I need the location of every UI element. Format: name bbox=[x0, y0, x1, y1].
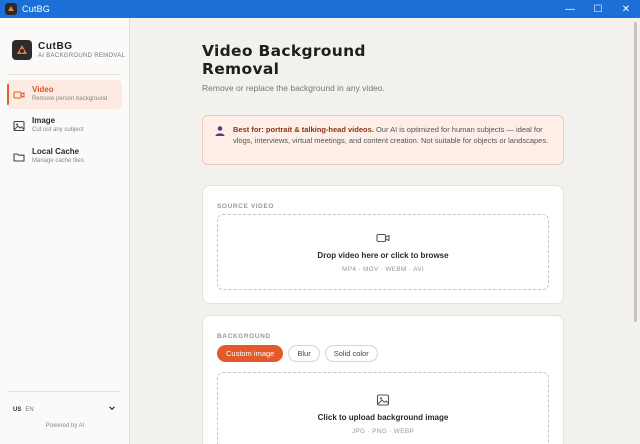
page-title-line: Removal bbox=[202, 60, 280, 78]
background-card: BACKGROUND Custom image Blur Solid color… bbox=[202, 315, 564, 444]
scrollbar-thumb[interactable] bbox=[634, 22, 637, 322]
usage-notice: Best for: portrait & talking-head videos… bbox=[202, 115, 564, 165]
powered-by: Powered by AI bbox=[45, 423, 85, 429]
background-options: Custom image Blur Solid color bbox=[217, 345, 383, 362]
sidebar-item-sub: Remove person background bbox=[32, 96, 108, 102]
minimize-button[interactable]: — bbox=[556, 0, 584, 18]
sidebar-item-label: Local Cache bbox=[32, 147, 80, 156]
sidebar-item-label: Video bbox=[32, 85, 54, 94]
video-icon bbox=[13, 88, 25, 100]
dropzone-text: Drop video here or click to browse bbox=[317, 251, 449, 260]
video-dropzone[interactable]: Drop video here or click to browse MP4 ·… bbox=[217, 214, 549, 290]
brand-tagline: AI BACKGROUND REMOVAL bbox=[38, 53, 126, 59]
close-button[interactable]: ✕ bbox=[612, 0, 640, 18]
video-icon bbox=[376, 233, 390, 243]
brand-name: CutBG bbox=[38, 41, 73, 52]
folder-icon bbox=[13, 150, 25, 162]
image-icon bbox=[13, 119, 25, 132]
custom-image-option[interactable]: Custom image bbox=[217, 345, 284, 362]
blur-option[interactable]: Blur bbox=[288, 345, 320, 362]
background-dropzone[interactable]: Click to upload background image JPG · P… bbox=[217, 372, 549, 444]
sidebar-item-sub: Manage cache files bbox=[32, 158, 84, 164]
window-title: CutBG bbox=[22, 4, 51, 14]
sidebar-item-local-cache[interactable]: Local Cache Manage cache files bbox=[7, 142, 122, 171]
sidebar-item-image[interactable]: Image Cut out any subject bbox=[7, 111, 122, 140]
sidebar-item-sub: Cut out any subject bbox=[32, 127, 84, 133]
language-code: EN bbox=[25, 406, 34, 413]
dropzone-text: Click to upload background image bbox=[317, 413, 449, 422]
image-icon bbox=[376, 394, 390, 406]
solid-color-option[interactable]: Solid color bbox=[324, 345, 378, 362]
sidebar-item-video[interactable]: Video Remove person background bbox=[7, 80, 122, 109]
page-title-line: Video Background bbox=[202, 42, 366, 60]
person-icon bbox=[215, 126, 225, 136]
window-titlebar: CutBG — ☐ ✕ bbox=[0, 0, 640, 18]
sidebar-item-label: Image bbox=[32, 116, 56, 125]
cutbg-logo-icon bbox=[12, 40, 32, 60]
sidebar-nav: Video Remove person background Image Cut… bbox=[0, 75, 129, 171]
notice-bold: Best for: portrait & talking-head videos… bbox=[233, 125, 374, 134]
page-title: Video Background Removal bbox=[202, 42, 462, 78]
app-icon bbox=[5, 3, 17, 15]
main-content: Video Background Removal Remove or repla… bbox=[131, 18, 632, 444]
maximize-button[interactable]: ☐ bbox=[584, 0, 612, 18]
language-flag: US bbox=[13, 406, 22, 413]
sidebar: CutBG AI BACKGROUND REMOVAL Video Remove… bbox=[0, 18, 130, 444]
scrollbar[interactable] bbox=[632, 18, 640, 444]
background-caption: BACKGROUND bbox=[217, 333, 271, 340]
brand: CutBG AI BACKGROUND REMOVAL bbox=[0, 18, 129, 68]
source-video-card: SOURCE VIDEO Drop video here or click to… bbox=[202, 185, 564, 304]
dropzone-formats: JPG · PNG · WEBP bbox=[351, 428, 415, 435]
dropzone-formats: MP4 · MOV · WEBM · AVI bbox=[342, 266, 424, 273]
chevron-down-icon bbox=[109, 406, 115, 411]
source-video-caption: SOURCE VIDEO bbox=[217, 203, 275, 210]
language-selector[interactable]: US EN bbox=[8, 391, 121, 415]
page-subtitle: Remove or replace the background in any … bbox=[202, 83, 385, 93]
